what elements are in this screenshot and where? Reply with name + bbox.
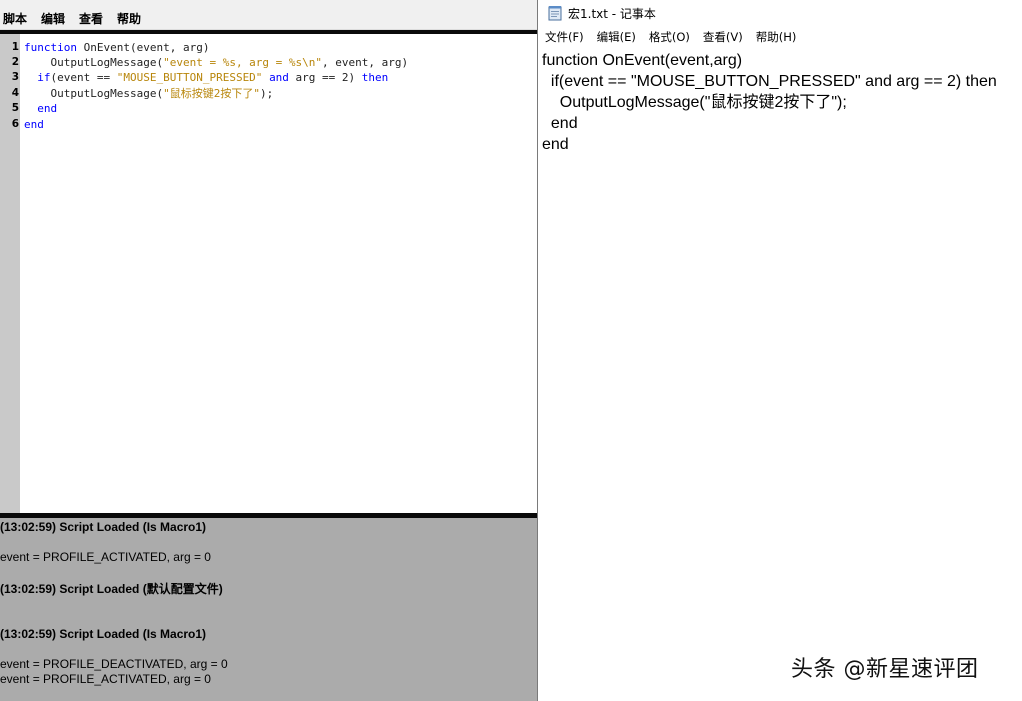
output-log-panel[interactable]: (13:02:59) Script Loaded (Is Macro1) eve… [0,518,538,701]
indent-token [24,56,51,69]
menu-edit[interactable]: 编辑(E) [590,29,642,45]
code-token: OutputLogMessage( [50,56,164,69]
line-number-gutter: 1 2 3 4 5 6 [0,34,20,513]
line-number: 5 [11,102,19,114]
text-line: end [542,115,578,132]
editor-top-strip [0,0,538,8]
menu-format[interactable]: 格式(O) [642,29,696,45]
log-line: event = PROFILE_ACTIVATED, arg = 0 [0,550,211,564]
menu-file[interactable]: 文件(F) [538,29,590,45]
log-line: event = PROFILE_DEACTIVATED, arg = 0 [0,657,228,671]
keyword-token: end [37,102,58,115]
editor-menu-help[interactable]: 帮助 [110,10,148,27]
keyword-token: function [24,41,77,54]
code-token: OnEvent(event, arg) [76,41,210,54]
text-line: if(event == "MOUSE_BUTTON_PRESSED" and a… [542,73,997,90]
string-token: "鼠标按键2按下了" [163,87,260,100]
string-token: "event = %s, arg = %s\n" [163,56,323,69]
code-token: (event == [50,71,117,84]
text-line: end [542,136,569,153]
notepad-title: 宏1.txt - 记事本 [568,6,656,21]
notepad-menubar: 文件(F) 编辑(E) 格式(O) 查看(V) 帮助(H) [538,27,1022,47]
text-line: OutputLogMessage("鼠标按键2按下了"); [542,94,847,111]
menu-view[interactable]: 查看(V) [696,29,749,45]
log-line: (13:02:59) Script Loaded (Is Macro1) [0,627,207,641]
code-line-1: function OnEvent(event, arg) [24,40,209,55]
script-editor-window: 脚本 编辑 查看 帮助 1 2 3 4 5 6 function OnEvent… [0,0,538,701]
code-editor[interactable]: function OnEvent(event, arg) OutputLogMe… [20,34,538,513]
indent-token [24,87,51,100]
keyword-token: end [24,118,44,131]
line-number: 1 [11,41,19,53]
code-line-4: OutputLogMessage("鼠标按键2按下了"); [24,86,274,101]
notepad-text-area[interactable]: function OnEvent(event,arg) if(event == … [542,50,1018,155]
editor-menu-edit[interactable]: 编辑 [34,10,72,27]
indent-token [24,102,37,115]
line-number: 6 [11,118,19,130]
editor-menu-script[interactable]: 脚本 [0,10,34,27]
notepad-titlebar[interactable]: 宏1.txt - 记事本 [538,0,1022,26]
keyword-token: and [269,71,289,84]
log-line: (13:02:59) Script Loaded (Is Macro1) [0,520,207,534]
notepad-icon [548,6,562,21]
code-line-2: OutputLogMessage("event = %s, arg = %s\n… [24,55,409,70]
indent-token [24,71,37,84]
menu-help[interactable]: 帮助(H) [749,29,803,45]
keyword-token: then [361,71,389,84]
code-token: ); [259,87,274,100]
string-token: "MOUSE_BUTTON_PRESSED" [116,71,263,84]
keyword-token: if [37,71,51,84]
log-line: event = PROFILE_ACTIVATED, arg = 0 [0,672,211,686]
line-number: 2 [11,56,19,68]
code-line-6: end [24,117,44,132]
code-token: , event, arg) [322,56,409,69]
line-number: 4 [11,87,19,99]
code-token: arg == 2) [288,71,362,84]
text-line: function OnEvent(event,arg) [542,52,743,69]
editor-menu-view[interactable]: 查看 [72,10,110,27]
editor-menubar: 脚本 编辑 查看 帮助 [0,8,538,30]
watermark-text: 头条 @新星速评团 [791,657,979,682]
notepad-window: 宏1.txt - 记事本 文件(F) 编辑(E) 格式(O) 查看(V) 帮助(… [537,0,1022,701]
line-number: 3 [11,71,19,83]
code-line-3: if(event == "MOUSE_BUTTON_PRESSED" and a… [24,70,388,85]
log-line: (13:02:59) Script Loaded (默认配置文件) [0,582,223,596]
code-token: OutputLogMessage( [50,87,164,100]
code-line-5: end [24,101,57,116]
